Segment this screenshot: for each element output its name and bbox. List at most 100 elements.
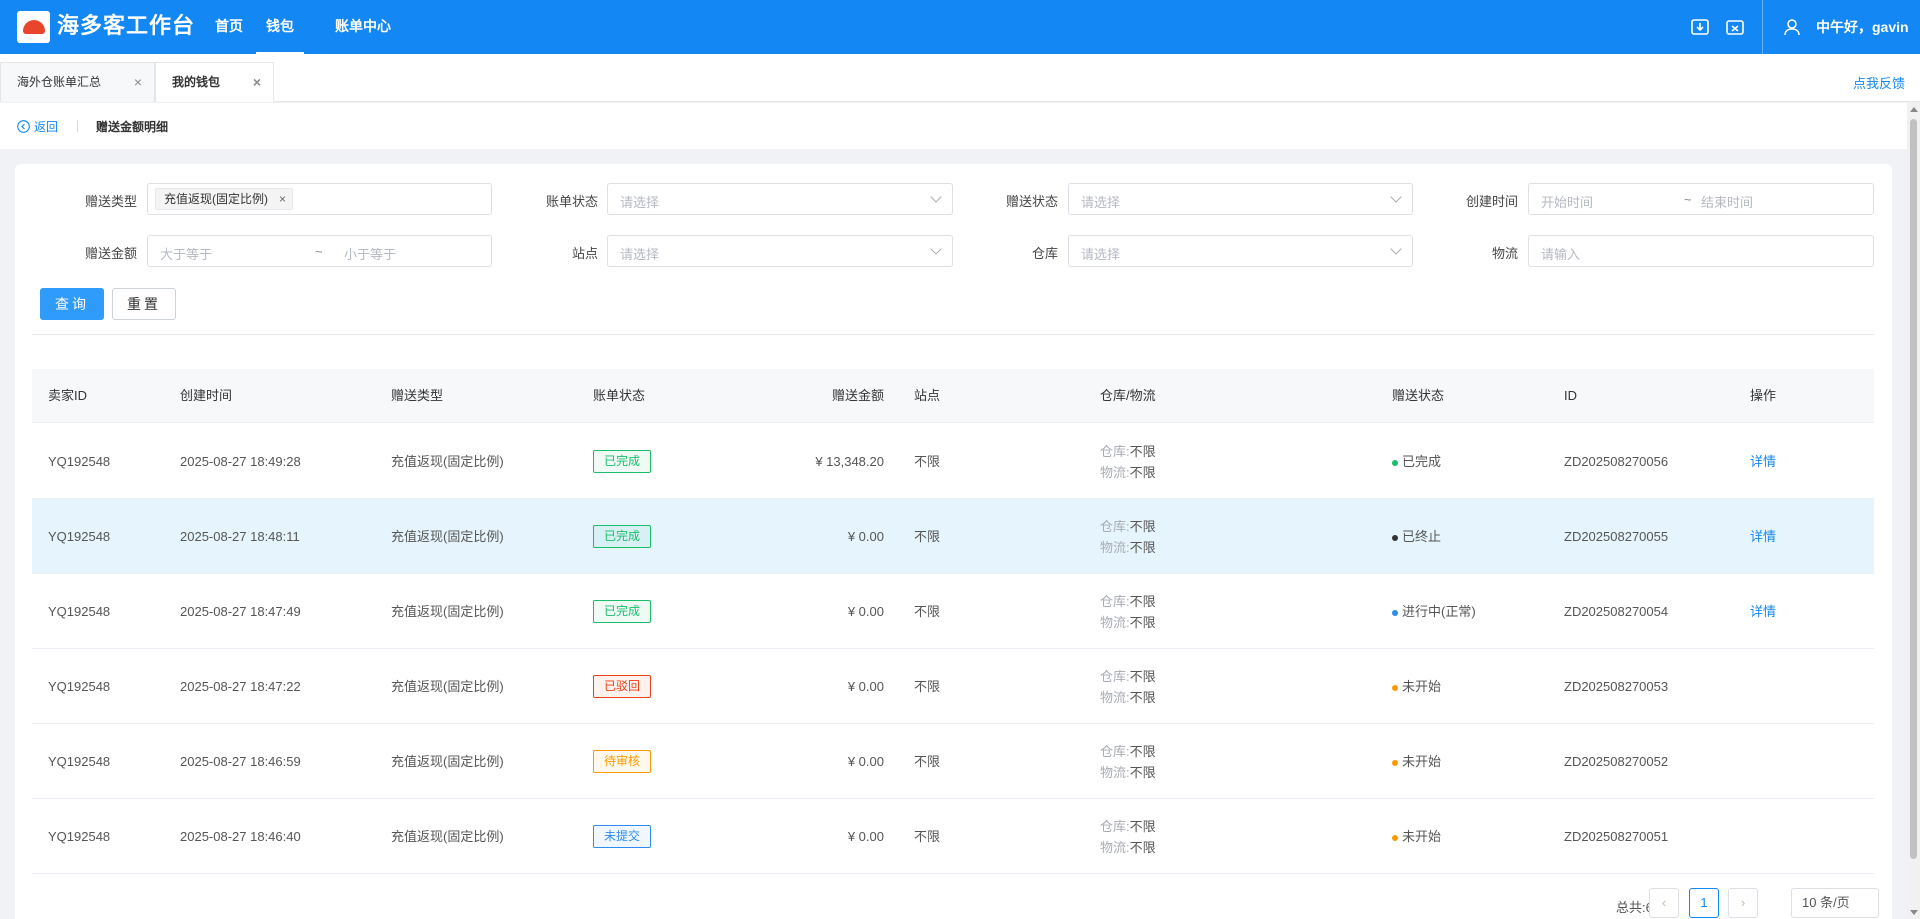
cell-id: ZD202508270054 (1564, 604, 1669, 619)
bill-status-select[interactable]: 请选择 (607, 183, 953, 215)
scroll-up-icon[interactable] (1910, 107, 1918, 112)
detail-link[interactable]: 详情 (1750, 424, 1776, 499)
page-1-button[interactable]: 1 (1689, 888, 1719, 918)
back-button[interactable]: 返回 (17, 118, 58, 135)
amount-max-input[interactable]: 小于等于 (344, 244, 396, 263)
logistics-key: 物流: (1100, 765, 1130, 780)
th-site: 站点 (914, 388, 941, 403)
reset-button[interactable]: 重置 (112, 288, 176, 320)
detail-link[interactable]: 详情 (1750, 574, 1776, 649)
user-greeting[interactable]: 中午好，gavin (1816, 0, 1909, 54)
cell-seller-id: YQ192548 (48, 679, 111, 694)
warehouse-label: 仓库 (1031, 246, 1058, 261)
cell-warehouse: 仓库:不限 (1100, 441, 1156, 460)
logistics-value: 不限 (1129, 765, 1156, 780)
cell-gift-type: 充值返现(固定比例) (391, 829, 504, 844)
end-time-input[interactable]: 结束时间 (1701, 192, 1753, 211)
table-row[interactable]: YQ192548 2025-08-27 18:48:11 充值返现(固定比例) 已完成… (32, 499, 1874, 574)
user-icon[interactable] (1783, 18, 1801, 36)
cell-logistics: 物流:不限 (1100, 762, 1156, 781)
warehouse-value: 不限 (1129, 594, 1156, 609)
logistics-value: 不限 (1129, 465, 1156, 480)
warehouse-value: 不限 (1129, 819, 1156, 834)
detail-link[interactable]: 详情 (1750, 499, 1776, 574)
back-label: 返回 (34, 120, 59, 134)
scroll-thumb[interactable] (1910, 119, 1917, 859)
amount-min-input[interactable]: 大于等于 (160, 244, 212, 263)
cell-gift-status: 未开始 (1392, 799, 1441, 874)
tag-label: 充值返现(固定比例) (164, 192, 268, 206)
export-icon[interactable] (1725, 17, 1745, 37)
page-size-select[interactable]: 10 条/页 (1791, 888, 1879, 918)
warehouse-key: 仓库: (1100, 669, 1130, 684)
topbar-divider (1762, 0, 1763, 54)
table-row[interactable]: YQ192548 2025-08-27 18:49:28 充值返现(固定比例) 已完成… (32, 424, 1874, 499)
th-gift-status: 赠送状态 (1392, 388, 1445, 403)
table-row[interactable]: YQ192548 2025-08-27 18:46:59 充值返现(固定比例) 待审核… (32, 724, 1874, 799)
nav-home[interactable]: 首页 (215, 0, 243, 54)
table-row[interactable]: YQ192548 2025-08-27 18:47:22 充值返现(固定比例) 已驳回… (32, 649, 1874, 724)
cell-gift-amount: ¥ 0.00 (847, 754, 884, 769)
cell-site: 不限 (914, 454, 941, 469)
logistics-key: 物流: (1100, 615, 1130, 630)
octopus-logo-icon (22, 20, 45, 34)
gift-status-select[interactable]: 请选择 (1068, 183, 1413, 215)
page-scrollbar[interactable] (1907, 103, 1920, 919)
bill-status-badge: 未提交 (593, 825, 652, 848)
status-dot-icon (1392, 759, 1398, 766)
start-time-input[interactable]: 开始时间 (1541, 192, 1593, 211)
gift-status-label: 赠送状态 (1005, 194, 1058, 209)
site-select[interactable]: 请选择 (607, 235, 953, 267)
logistics-key: 物流: (1100, 465, 1130, 480)
cell-id: ZD202508270051 (1564, 829, 1669, 844)
page-tabs-bar: 海外仓账单汇总 × 我的钱包 × 点我反馈 (0, 54, 1920, 102)
close-icon[interactable]: × (253, 63, 261, 101)
cell-gift-type: 充值返现(固定比例) (391, 604, 504, 619)
scroll-down-icon[interactable] (1910, 910, 1918, 915)
tab-my-wallet[interactable]: 我的钱包 × (155, 62, 274, 102)
logistics-value: 不限 (1129, 840, 1156, 855)
th-id: ID (1564, 388, 1577, 403)
tab-overseas-bill-summary[interactable]: 海外仓账单汇总 × (0, 62, 155, 102)
chevron-down-icon (930, 243, 942, 255)
table-row[interactable]: YQ192548 2025-08-27 18:47:49 充值返现(固定比例) 已完成… (32, 574, 1874, 649)
table-row[interactable]: YQ192548 2025-08-27 18:46:40 充值返现(固定比例) 未提交… (32, 799, 1874, 874)
next-page-button[interactable]: › (1728, 888, 1758, 918)
logistics-input[interactable]: 请输入 (1528, 235, 1874, 267)
create-time-range[interactable]: 开始时间 ~ 结束时间 (1528, 183, 1874, 215)
prev-page-button[interactable]: ‹ (1649, 888, 1679, 918)
nav-wallet[interactable]: 钱包 (256, 0, 304, 54)
breadcrumb-divider (77, 120, 78, 132)
cell-create-time: 2025-08-27 18:49:28 (180, 454, 301, 469)
download-icon[interactable] (1690, 17, 1710, 37)
app-logo[interactable] (17, 11, 50, 43)
pagination-total: 总共:6 (1616, 900, 1653, 915)
close-icon[interactable]: × (134, 63, 142, 101)
warehouse-select[interactable]: 请选择 (1068, 235, 1413, 267)
warehouse-value: 不限 (1129, 444, 1156, 459)
chevron-down-icon (930, 191, 942, 203)
cell-gift-amount: ¥ 0.00 (847, 604, 884, 619)
cell-gift-type: 充值返现(固定比例) (391, 454, 504, 469)
logistics-key: 物流: (1100, 840, 1130, 855)
nav-bill-center[interactable]: 账单中心 (335, 0, 391, 54)
warehouse-key: 仓库: (1100, 744, 1130, 759)
cell-gift-status: 未开始 (1392, 649, 1441, 724)
gift-type-select[interactable]: 充值返现(固定比例) × (147, 183, 492, 215)
cell-seller-id: YQ192548 (48, 604, 111, 619)
tag-close-icon[interactable]: × (279, 189, 286, 209)
cell-id: ZD202508270052 (1564, 754, 1669, 769)
chevron-down-icon (1390, 191, 1402, 203)
cell-gift-status: 已完成 (1392, 424, 1441, 499)
cell-site: 不限 (914, 679, 941, 694)
cell-gift-amount: ¥ 13,348.20 (815, 454, 884, 469)
cell-site: 不限 (914, 754, 941, 769)
cell-gift-amount: ¥ 0.00 (847, 829, 884, 844)
page-title: 赠送金额明细 (96, 120, 169, 134)
warehouse-key: 仓库: (1100, 519, 1130, 534)
cell-gift-status: 未开始 (1392, 724, 1441, 799)
feedback-link[interactable]: 点我反馈 (1853, 73, 1905, 92)
tab-label: 海外仓账单汇总 (17, 75, 102, 89)
query-button[interactable]: 查询 (40, 288, 104, 320)
gift-amount-range: 大于等于 ~ 小于等于 (147, 235, 492, 267)
